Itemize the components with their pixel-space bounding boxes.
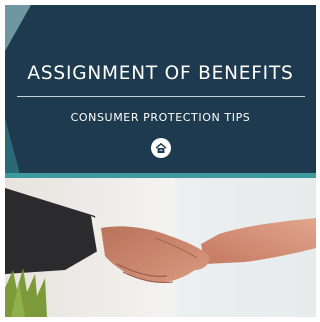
house-logo-icon (151, 138, 171, 158)
title-banner: ASSIGNMENT OF BENEFITS CONSUMER PROTECTI… (5, 5, 316, 178)
banner-subtitle: CONSUMER PROTECTION TIPS (70, 111, 251, 124)
decorative-corner-bottom (5, 118, 21, 178)
article-card[interactable]: ASSIGNMENT OF BENEFITS CONSUMER PROTECTI… (5, 5, 316, 317)
decorative-corner-top (5, 5, 31, 51)
title-divider (17, 96, 305, 97)
handshake-illustration (5, 178, 316, 317)
house-glyph (155, 142, 167, 153)
banner-title: ASSIGNMENT OF BENEFITS (27, 63, 294, 84)
handshake-photo (5, 178, 316, 317)
